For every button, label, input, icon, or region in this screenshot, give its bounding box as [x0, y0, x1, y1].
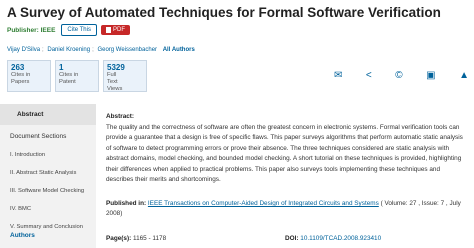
pdf-button[interactable]: PDF: [100, 25, 130, 35]
action-icons: ✉ < © ▣ ▲: [334, 70, 469, 81]
sidebar-item-static-analysis[interactable]: II. Abstract Static Analysis: [0, 158, 96, 176]
metric-patent-citations[interactable]: 1 Cites in Patent: [55, 60, 99, 92]
sidebar-item-bmc[interactable]: IV. BMC: [0, 194, 96, 212]
abstract-block: Abstract: The quality and the correctnes…: [106, 112, 468, 186]
author-link[interactable]: Daniel Kroening: [47, 47, 90, 53]
metric-value: 5329: [107, 63, 125, 72]
doi: DOI: 10.1109/TCAD.2008.923410: [285, 235, 381, 242]
metric-label: Views: [107, 86, 123, 92]
metrics-row: 263 Cites in Papers 1 Cites in Patent 53…: [7, 60, 147, 92]
doi-link[interactable]: 10.1109/TCAD.2008.923410: [299, 235, 381, 242]
sidebar-item-summary[interactable]: V. Summary and Conclusion: [0, 212, 96, 230]
published-label: Published in:: [106, 200, 147, 207]
sidebar-section-title: Document Sections: [10, 133, 67, 140]
share-icon[interactable]: <: [366, 70, 372, 81]
doi-label: DOI:: [285, 235, 299, 242]
all-authors-link[interactable]: All Authors: [163, 47, 195, 53]
abstract-heading: Abstract:: [106, 113, 135, 120]
metric-paper-citations[interactable]: 263 Cites in Papers: [7, 60, 51, 92]
publisher-row: Publisher: IEEE Cite This PDF: [7, 24, 130, 36]
metric-full-text-views[interactable]: 5329 Full Text Views: [103, 60, 147, 92]
pages-label: Page(s):: [106, 235, 132, 242]
cite-this-button[interactable]: Cite This: [61, 24, 97, 36]
metric-value: 1: [59, 63, 64, 72]
abstract-text: The quality and the correctness of softw…: [106, 123, 463, 184]
sidebar-item-abstract[interactable]: Abstract: [0, 104, 96, 125]
metric-value: 263: [11, 63, 25, 72]
page-range: Page(s): 1165 - 1178: [106, 235, 166, 242]
author-separator: ;: [92, 47, 94, 53]
journal-link[interactable]: IEEE Transactions on Computer-Aided Desi…: [148, 200, 379, 207]
pdf-icon: [105, 27, 111, 33]
sidebar: Abstract Document Sections I. Introducti…: [0, 104, 96, 248]
sidebar-item-authors[interactable]: Authors: [10, 232, 35, 239]
sidebar-item-model-checking[interactable]: III. Software Model Checking: [0, 176, 96, 194]
email-icon[interactable]: ✉: [334, 70, 342, 81]
cart-icon[interactable]: ▣: [426, 70, 435, 81]
published-in: Published in: IEEE Transactions on Compu…: [106, 199, 466, 219]
metric-label: Cites in: [59, 72, 79, 78]
author-link[interactable]: Vijay D'Silva: [7, 47, 40, 53]
pdf-label: PDF: [112, 27, 125, 33]
copyright-icon[interactable]: ©: [395, 70, 402, 81]
metric-label: Patent: [59, 79, 76, 85]
sidebar-item-introduction[interactable]: I. Introduction: [0, 140, 96, 158]
bell-icon[interactable]: ▲: [459, 70, 469, 81]
metric-label: Text: [107, 79, 118, 85]
publisher-label: Publisher: IEEE: [7, 26, 56, 34]
author-link[interactable]: Georg Weissenbacher: [97, 47, 157, 53]
author-separator: ;: [42, 47, 44, 53]
pages-value: 1165 - 1178: [131, 235, 167, 242]
metric-label: Full: [107, 72, 117, 78]
author-list: Vijay D'Silva; Daniel Kroening; Georg We…: [7, 47, 195, 53]
article-title: A Survey of Automated Techniques for For…: [7, 5, 441, 20]
metric-label: Cites in: [11, 72, 31, 78]
metric-label: Papers: [11, 79, 30, 85]
